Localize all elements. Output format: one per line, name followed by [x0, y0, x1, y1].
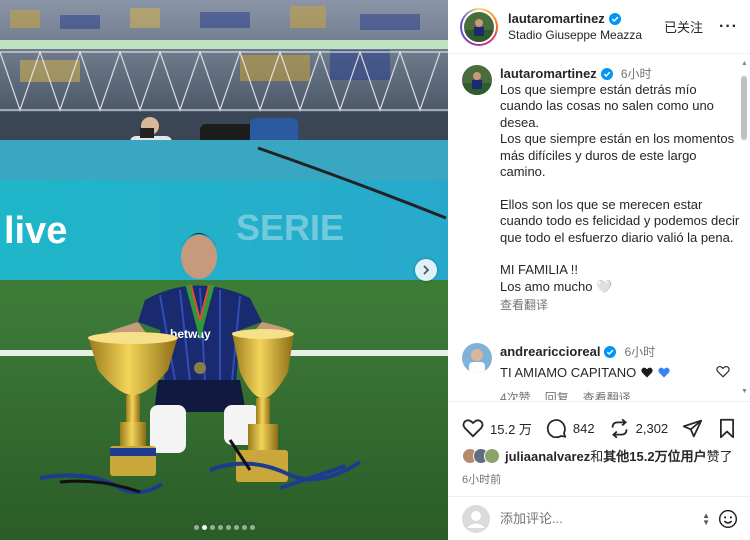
chevron-right-icon — [423, 265, 430, 275]
comment-time: 6小时 — [624, 345, 656, 359]
liked-by-username[interactable]: juliaanalvarez — [505, 449, 590, 464]
scroll-up-arrow-icon[interactable]: ▲ — [741, 60, 748, 67]
carousel-next-button[interactable] — [415, 259, 437, 281]
post-timestamp[interactable]: 6小时前 — [448, 465, 750, 487]
scroll-down-arrow-icon[interactable]: ▼ — [741, 388, 748, 395]
add-comment-input[interactable] — [500, 511, 703, 526]
avatar-image — [464, 11, 494, 42]
carousel-dot — [225, 525, 231, 530]
caption-time: 6小时 — [620, 67, 652, 81]
caption-translate-link[interactable]: 查看翻译 — [500, 296, 740, 313]
carousel-dots — [0, 525, 448, 530]
comment-translate-link[interactable]: 查看翻译 — [583, 389, 631, 400]
black-heart-icon — [641, 367, 653, 378]
post-photo[interactable]: live SERIE betway — [0, 0, 448, 540]
post-header: lautaromartinez Stadio Giuseppe Meazza 已… — [448, 0, 750, 54]
send-icon — [683, 419, 703, 437]
author-avatar[interactable] — [460, 7, 498, 46]
repost-button[interactable]: 2,302 — [609, 418, 669, 439]
carousel-dot — [249, 525, 255, 530]
carousel-dot — [201, 525, 207, 530]
liked-by-row: juliaanalvarez和其他15.2万位用户赞了 — [448, 444, 750, 465]
author-username[interactable]: lautaromartinez — [508, 11, 605, 26]
avatar-image — [462, 65, 492, 95]
carousel-dot — [241, 525, 247, 530]
banner-serie-text: SERIE — [236, 207, 344, 248]
banner-live-text: live — [4, 210, 67, 252]
comments-count: 842 — [572, 420, 595, 436]
save-button[interactable] — [718, 418, 736, 439]
caption-username[interactable]: lautaromartinez — [500, 66, 597, 81]
input-spinner-icon[interactable]: ▲ ▼ — [702, 511, 710, 526]
caption-text: Los que siempre están detrás mío cuando … — [500, 82, 740, 294]
comment-text: TI AMIAMO CAPITANO — [500, 365, 637, 380]
bookmark-icon — [720, 418, 734, 438]
verified-badge-icon — [600, 67, 613, 80]
scroll-thumb[interactable] — [741, 76, 747, 140]
comment-reply-button[interactable]: 回复 — [545, 389, 569, 400]
commenter-avatar[interactable] — [462, 343, 492, 373]
liker-avatars[interactable] — [462, 447, 500, 464]
like-button[interactable]: 15.2 万 — [462, 418, 532, 438]
comment-item: andreariccioreal 6小时 TI AMIAMO CAPITANO — [462, 343, 742, 400]
emoji-icon[interactable] — [718, 509, 738, 529]
verified-badge-icon — [604, 345, 617, 358]
liked-by-suffix: 赞了 — [706, 449, 733, 464]
commenter-username[interactable]: andreariccioreal — [500, 344, 600, 359]
share-button[interactable] — [682, 418, 703, 439]
carousel-dot — [193, 525, 199, 530]
repost-icon — [611, 418, 627, 438]
caption-avatar[interactable] — [462, 65, 492, 95]
blue-heart-icon — [658, 367, 670, 378]
comments-list: lautaromartinez 6小时 Los que siempre está… — [448, 55, 750, 400]
avatar-image — [462, 343, 492, 373]
comments-scrollbar[interactable]: ▲ ▼ — [740, 60, 748, 395]
heart-icon — [462, 419, 484, 438]
more-dots-icon[interactable]: ··· — [719, 18, 738, 36]
liked-by-connector: 和 — [590, 449, 604, 464]
likes-count: 15.2 万 — [490, 421, 532, 437]
photo-illustration: live SERIE betway — [0, 0, 448, 540]
comment-button[interactable]: 842 — [546, 418, 595, 439]
post-side-panel: lautaromartinez Stadio Giuseppe Meazza 已… — [448, 0, 750, 540]
carousel-dot — [209, 525, 215, 530]
liked-by-others-link[interactable]: 其他15.2万位用户 — [603, 449, 706, 464]
comment-bubble-icon — [546, 418, 567, 438]
verified-badge-icon — [608, 12, 621, 25]
post-location[interactable]: Stadio Giuseppe Meazza — [508, 28, 664, 42]
post-caption: lautaromartinez 6小时 Los que siempre está… — [462, 65, 742, 313]
comment-likes[interactable]: 4次赞 — [500, 389, 531, 400]
add-comment-bar: ▲▼ — [448, 496, 750, 540]
comment-like-heart-icon[interactable] — [716, 365, 730, 378]
reposts-count: 2,302 — [635, 420, 669, 436]
carousel-dot — [233, 525, 239, 530]
carousel-dot — [217, 525, 223, 530]
user-avatar-icon — [462, 504, 490, 533]
following-button[interactable]: 已关注 — [664, 17, 703, 36]
